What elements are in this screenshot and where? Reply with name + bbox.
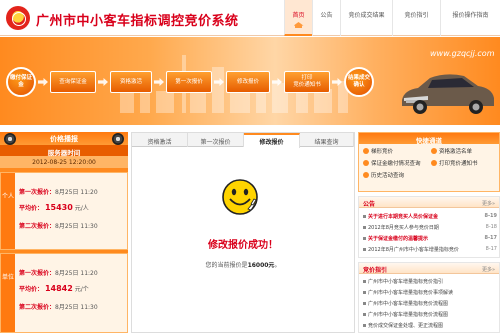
- avg-price-value: 15430: [44, 203, 73, 212]
- quick-link-activation-list[interactable]: 资格激活名单: [431, 147, 472, 155]
- quick-link-deposit-query[interactable]: 保证金缴付情况查询: [363, 159, 421, 167]
- right-sidebar: 快捷通道 梯形竞价 资格激活名单 保证金缴付情况查询 打印竞价通知书 历史活动查…: [358, 132, 500, 333]
- first-bid-row: 第一次报价：8月25日 11:20: [19, 270, 98, 277]
- notice-item[interactable]: 2012年8月竞买人参与竞价日期 8-18: [363, 224, 497, 231]
- bullet-icon: [363, 172, 369, 178]
- current-price-message: 您的当前报价是16000元。: [205, 262, 281, 269]
- arrow-right-icon: [272, 78, 282, 86]
- guide-header: 竞价指引 更多»: [359, 263, 499, 274]
- arrow-right-icon: [38, 78, 48, 86]
- guide-box: 竞价指引 更多» 广州市中小客车增量指标竞价指引 广州市中小客车增量指标竞价事项…: [358, 262, 500, 333]
- notice-header: 公告 更多»: [359, 197, 499, 208]
- step-pay-deposit: 缴付保证金: [6, 67, 36, 97]
- quick-links-box: 快捷通道 梯形竞价 资格激活名单 保证金缴付情况查询 打印竞价通知书 历史活动查…: [358, 132, 500, 192]
- guide-item[interactable]: 广州市中小客车增量指标竞价流程图: [363, 311, 497, 318]
- banner: www.gzqcjj.com 缴付保证金 查询保证金 资格激活 第一次报价 修改…: [0, 37, 500, 125]
- tire-icon: [112, 133, 124, 145]
- nav-notice[interactable]: 公告: [312, 0, 340, 36]
- banner-url: www.gzqcjj.com: [430, 49, 495, 58]
- guide-item[interactable]: 竞价成交保证金处理、更正流程图: [363, 322, 497, 329]
- avg-price-value: 14842: [44, 284, 73, 293]
- notice-more-link[interactable]: 更多»: [482, 200, 495, 207]
- arrow-right-icon: [214, 78, 224, 86]
- bid-content-panel: 资格激活 第一次报价 修改报价 结果查询 修改报价成功！ 您的当前报价是1600…: [131, 132, 355, 333]
- nav-guide-label: 竞价指引: [404, 12, 429, 19]
- arrow-right-icon: [332, 78, 342, 86]
- bullet-icon: [431, 148, 437, 154]
- emblem-logo-icon: [6, 6, 30, 30]
- nav-operation-guide[interactable]: 报价操作指南: [440, 0, 500, 36]
- success-message: 修改报价成功！: [208, 240, 278, 251]
- notice-box: 公告 更多» 关于进行本期竞买人员价保证金 8-19 2012年8月竞买人参与竞价…: [358, 196, 500, 258]
- guide-item[interactable]: 广州市中小客车增量指标竞价流程图: [363, 300, 497, 307]
- second-bid-row: 第二次报价：8月25日 11:30: [19, 223, 98, 230]
- bullet-icon: [431, 160, 437, 166]
- guide-more-link[interactable]: 更多»: [482, 266, 495, 273]
- tab-modify-bid[interactable]: 修改报价: [244, 133, 300, 148]
- step-modify-bid: 修改报价: [226, 71, 270, 93]
- bid-tabs: 资格激活 第一次报价 修改报价 结果查询: [132, 133, 354, 148]
- step-activate: 资格激活: [110, 71, 152, 93]
- quick-link-print-notice[interactable]: 打印竞价通知书: [431, 159, 478, 167]
- top-nav: 首页 公告 竞价成交结果 竞价指引 报价操作指南: [284, 0, 500, 36]
- site-title: 广州市中小客车指标调控竞价系统: [36, 14, 239, 29]
- step-first-bid: 第一次报价: [166, 71, 212, 93]
- car-image: [402, 74, 494, 114]
- nav-results[interactable]: 竞价成交结果: [340, 0, 392, 36]
- tab-activate[interactable]: 资格激活: [132, 133, 188, 147]
- guide-title: 竞价指引: [363, 267, 388, 274]
- tab-result-query[interactable]: 结果查询: [300, 133, 354, 147]
- quick-link-ladder-bid[interactable]: 梯形竞价: [363, 147, 393, 155]
- tire-icon: [4, 133, 16, 145]
- nav-home[interactable]: 首页: [284, 0, 312, 36]
- price-broadcast-panel: 价格播报 服务器时间 2012-08-25 12:20:00 个人 第一次报价：…: [0, 132, 128, 333]
- price-broadcast-header: 价格播报: [0, 132, 128, 145]
- second-bid-row: 第二次报价：8月25日 11:30: [19, 304, 98, 311]
- guide-item[interactable]: 广州市中小客车增量指标竞价事项解读: [363, 289, 497, 296]
- home-icon: [293, 22, 304, 28]
- server-time-value: 2012-08-25 12:20:00: [0, 156, 128, 168]
- card-tag-personal: 个人: [1, 173, 15, 249]
- process-steps: 缴付保证金 查询保证金 资格激活 第一次报价 修改报价 打印 竞价通知书 结果成…: [0, 67, 400, 107]
- step-print-notice: 打印 竞价通知书: [284, 71, 330, 93]
- smiley-icon: [222, 179, 258, 215]
- site-header: 广州市中小客车指标调控竞价系统 首页 公告 竞价成交结果 竞价指引 报价操作指南: [0, 0, 500, 36]
- quick-links-grid: 梯形竞价 资格激活名单 保证金缴付情况查询 打印竞价通知书 历史活动查询: [359, 144, 499, 179]
- nav-operation-guide-label: 报价操作指南: [452, 12, 489, 19]
- price-broadcast-title: 价格播报: [50, 135, 78, 143]
- arrow-right-icon: [98, 78, 108, 86]
- quick-links-title: 快捷通道: [359, 133, 499, 145]
- personal-price-card: 个人 第一次报价：8月25日 11:20 平均价： 15430 元/人 第二次报…: [0, 172, 128, 250]
- bullet-icon: [363, 160, 369, 166]
- notice-item[interactable]: 关于进行本期竞买人员价保证金 8-19: [363, 213, 497, 220]
- nav-results-label: 竞价成交结果: [348, 12, 385, 19]
- avg-price-row: 平均价： 14842 元/个: [19, 284, 89, 293]
- card-tag-company: 单位: [1, 254, 15, 332]
- nav-guide[interactable]: 竞价指引: [392, 0, 440, 36]
- company-price-card: 单位 第一次报价：8月25日 11:20 平均价： 14842 元/个 第二次报…: [0, 253, 128, 333]
- nav-notice-label: 公告: [320, 12, 333, 19]
- quick-link-history[interactable]: 历史活动查询: [363, 171, 404, 179]
- current-price-value: 16000元: [247, 262, 275, 269]
- avg-price-row: 平均价： 15430 元/人: [19, 203, 89, 212]
- first-bid-row: 第一次报价：8月25日 11:20: [19, 189, 98, 196]
- notice-title: 公告: [363, 201, 376, 208]
- guide-item[interactable]: 广州市中小客车增量指标竞价指引: [363, 278, 497, 285]
- bullet-icon: [363, 148, 369, 154]
- notice-item[interactable]: 2012年8月广州市中小客车增量指标竞价 8-17: [363, 246, 497, 253]
- server-time-label: 服务器时间: [0, 145, 128, 157]
- step-confirm: 结果成交确认: [344, 67, 374, 97]
- arrow-right-icon: [154, 78, 164, 86]
- nav-home-label: 首页: [292, 12, 305, 19]
- notice-item[interactable]: 关于保证金缴付的温馨提示 8-17: [363, 235, 497, 242]
- step-check-deposit: 查询保证金: [50, 71, 96, 93]
- tab-first-bid[interactable]: 第一次报价: [188, 133, 244, 147]
